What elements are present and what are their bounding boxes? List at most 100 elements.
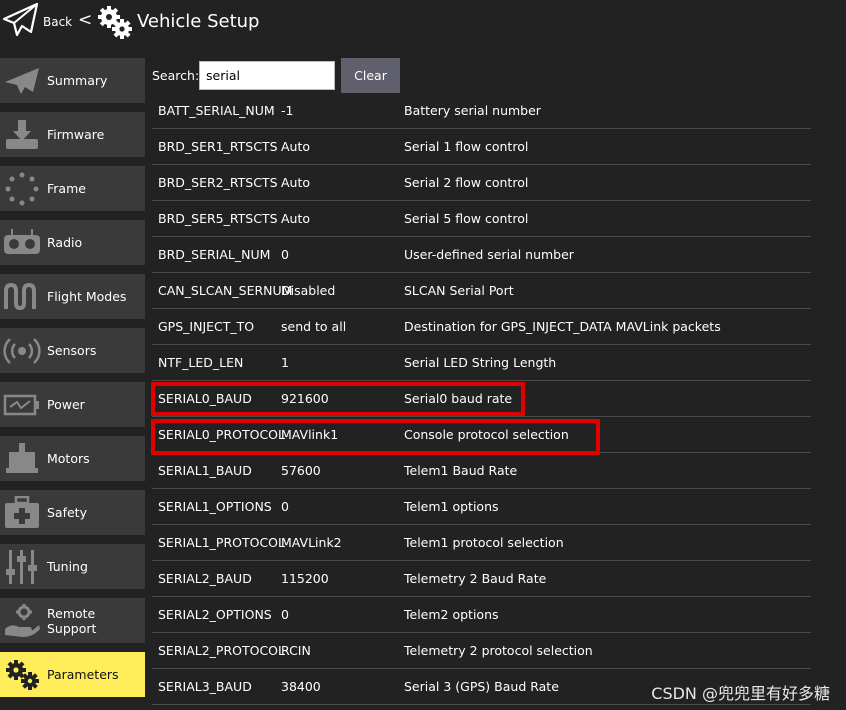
param-description: Serial 1 flow control xyxy=(404,139,529,154)
table-row[interactable]: BRD_SER1_RTSCTS Auto Serial 1 flow contr… xyxy=(152,128,811,165)
param-value: 0 xyxy=(281,247,289,262)
param-value: 0 xyxy=(281,607,289,622)
sidebar-item-safety[interactable]: Safety xyxy=(0,490,145,535)
signal-icon xyxy=(2,332,42,369)
page-title: Vehicle Setup xyxy=(137,11,260,32)
paper-plane-icon xyxy=(2,62,42,99)
header: Back < Vehicle Setup xyxy=(0,0,846,46)
sidebar-item-summary[interactable]: Summary xyxy=(0,58,145,103)
param-name: BRD_SER2_RTSCTS xyxy=(158,175,278,190)
search-input[interactable] xyxy=(199,61,335,90)
param-name: SERIAL3_BAUD xyxy=(158,679,252,694)
first-aid-icon xyxy=(2,494,42,531)
sidebar-item-label: Radio xyxy=(47,235,83,250)
sidebar-item-label: Tuning xyxy=(47,559,88,574)
paper-plane-icon xyxy=(0,1,40,43)
sidebar-item-label: Summary xyxy=(47,73,108,88)
param-name: SERIAL2_BAUD xyxy=(158,571,252,586)
table-row[interactable]: SERIAL2_BAUD 115200 Telemetry 2 Baud Rat… xyxy=(152,560,811,597)
table-row[interactable]: NTF_LED_LEN 1 Serial LED String Length xyxy=(152,344,811,381)
table-row[interactable]: SERIAL0_BAUD 921600 Serial0 baud rate xyxy=(152,380,811,417)
sidebar-item-remote-support[interactable]: Remote Support xyxy=(0,598,145,643)
sidebar-item-label: Sensors xyxy=(47,343,97,358)
param-value: 1 xyxy=(281,355,289,370)
param-description: Destination for GPS_INJECT_DATA MAVLink … xyxy=(404,319,721,334)
sidebar-item-radio[interactable]: Radio xyxy=(0,220,145,265)
table-row[interactable]: BRD_SERIAL_NUM 0 User-defined serial num… xyxy=(152,236,811,273)
param-description: Battery serial number xyxy=(404,103,541,118)
param-name: GPS_INJECT_TO xyxy=(158,319,255,334)
param-value: Auto xyxy=(281,139,311,154)
table-row[interactable]: CAN_SLCAN_SERNUM Disabled SLCAN Serial P… xyxy=(152,272,811,309)
param-description: Serial0 baud rate xyxy=(404,391,513,406)
sidebar-item-flight-modes[interactable]: Flight Modes xyxy=(0,274,145,319)
sidebar-item-label: Frame xyxy=(47,181,86,196)
param-value: RCIN xyxy=(281,643,311,658)
param-description: Telemetry 2 Baud Rate xyxy=(404,571,547,586)
table-row[interactable]: BRD_SER5_RTSCTS Auto Serial 5 flow contr… xyxy=(152,200,811,237)
sidebar-item-tuning[interactable]: Tuning xyxy=(0,544,145,589)
param-value: Auto xyxy=(281,175,311,190)
param-name: BRD_SER1_RTSCTS xyxy=(158,139,278,154)
radio-icon xyxy=(2,224,42,261)
param-value: 921600 xyxy=(281,391,329,406)
gears-icon xyxy=(2,656,42,693)
sidebar-item-label: Safety xyxy=(47,505,87,520)
table-row[interactable]: SERIAL1_OPTIONS 0 Telem1 options xyxy=(152,488,811,525)
param-name: SERIAL2_OPTIONS xyxy=(158,607,272,622)
sidebar-item-frame[interactable]: Frame xyxy=(0,166,145,211)
battery-icon xyxy=(2,386,42,423)
chevron-left-icon: < xyxy=(78,10,93,30)
param-name: CAN_SLCAN_SERNUM xyxy=(158,283,293,298)
gears-icon xyxy=(95,6,133,44)
param-description: Telem1 options xyxy=(404,499,499,514)
table-row[interactable]: SERIAL1_BAUD 57600 Telem1 Baud Rate xyxy=(152,452,811,489)
sidebar-item-label: Remote Support xyxy=(47,605,97,636)
param-description: SLCAN Serial Port xyxy=(404,283,514,298)
table-row[interactable]: SERIAL2_PROTOCOL RCIN Telemetry 2 protoc… xyxy=(152,632,811,669)
param-description: Serial 2 flow control xyxy=(404,175,529,190)
table-row[interactable]: BATT_SERIAL_NUM -1 Battery serial number xyxy=(152,92,811,129)
table-row[interactable]: GPS_INJECT_TO send to all Destination fo… xyxy=(152,308,811,345)
param-name: BRD_SERIAL_NUM xyxy=(158,247,271,262)
param-name: BATT_SERIAL_NUM xyxy=(158,103,275,118)
sidebar-item-sensors[interactable]: Sensors xyxy=(0,328,145,373)
param-value: MAVLink2 xyxy=(281,535,342,550)
sidebar-item-power[interactable]: Power xyxy=(0,382,145,427)
sidebar-item-label: Flight Modes xyxy=(47,289,127,304)
watermark: CSDN @兜兜里有好多糖 xyxy=(651,684,830,703)
motor-icon xyxy=(2,440,42,477)
hand-gear-icon xyxy=(2,602,42,639)
sliders-icon xyxy=(2,548,42,585)
sidebar-item-firmware[interactable]: Firmware xyxy=(0,112,145,157)
wave-icon xyxy=(2,278,42,315)
param-description: Telem1 Baud Rate xyxy=(404,463,518,478)
sidebar-item-parameters[interactable]: Parameters xyxy=(0,652,145,697)
table-row[interactable]: SERIAL1_PROTOCOL MAVLink2 Telem1 protoco… xyxy=(152,524,811,561)
table-row[interactable]: SERIAL2_OPTIONS 0 Telem2 options xyxy=(152,596,811,633)
table-row[interactable]: BRD_SER2_RTSCTS Auto Serial 2 flow contr… xyxy=(152,164,811,201)
sidebar-item-label: Parameters xyxy=(47,667,119,682)
param-value: 115200 xyxy=(281,571,329,586)
table-row[interactable]: SERIAL0_PROTOCOL MAVlink1 Console protoc… xyxy=(152,416,811,453)
param-description: Telem1 protocol selection xyxy=(404,535,564,550)
param-value: 0 xyxy=(281,499,289,514)
sidebar-item-label: Motors xyxy=(47,451,90,466)
param-name: SERIAL2_PROTOCOL xyxy=(158,643,285,658)
param-description: Telemetry 2 protocol selection xyxy=(404,643,593,658)
param-description: Serial 5 flow control xyxy=(404,211,529,226)
param-name: SERIAL0_PROTOCOL xyxy=(158,427,285,442)
download-icon xyxy=(2,116,42,153)
param-name: SERIAL1_PROTOCOL xyxy=(158,535,285,550)
param-name: SERIAL0_BAUD xyxy=(158,391,252,406)
param-value: Auto xyxy=(281,211,311,226)
param-value: 57600 xyxy=(281,463,321,478)
param-value: Disabled xyxy=(281,283,336,298)
param-name: SERIAL1_BAUD xyxy=(158,463,252,478)
back-button[interactable]: Back xyxy=(0,2,72,42)
param-name: SERIAL1_OPTIONS xyxy=(158,499,272,514)
clear-button[interactable]: Clear xyxy=(341,58,400,93)
param-name: BRD_SER5_RTSCTS xyxy=(158,211,278,226)
sidebar-item-label: Power xyxy=(47,397,85,412)
sidebar-item-motors[interactable]: Motors xyxy=(0,436,145,481)
